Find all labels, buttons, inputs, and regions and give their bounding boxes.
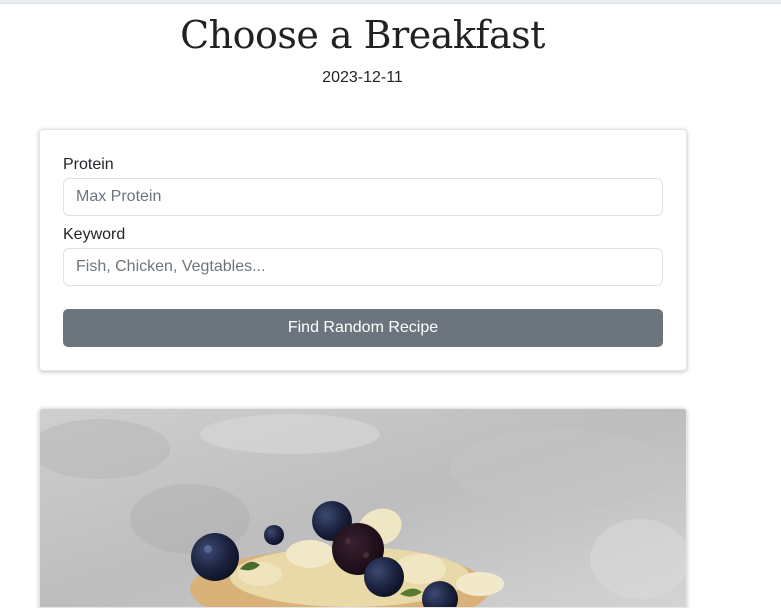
protein-input[interactable] bbox=[63, 178, 663, 216]
search-form-card: Protein Keyword Find Random Recipe bbox=[39, 129, 687, 371]
page-date: 2023-12-11 bbox=[322, 69, 403, 86]
recipe-card bbox=[39, 408, 687, 608]
recipe-image bbox=[40, 409, 686, 607]
find-random-recipe-button[interactable]: Find Random Recipe bbox=[63, 309, 663, 347]
keyword-input[interactable] bbox=[63, 248, 663, 286]
protein-label: Protein bbox=[63, 156, 114, 173]
top-border bbox=[0, 0, 781, 4]
page-title: Choose a Breakfast bbox=[180, 13, 545, 57]
keyword-label: Keyword bbox=[63, 226, 126, 243]
